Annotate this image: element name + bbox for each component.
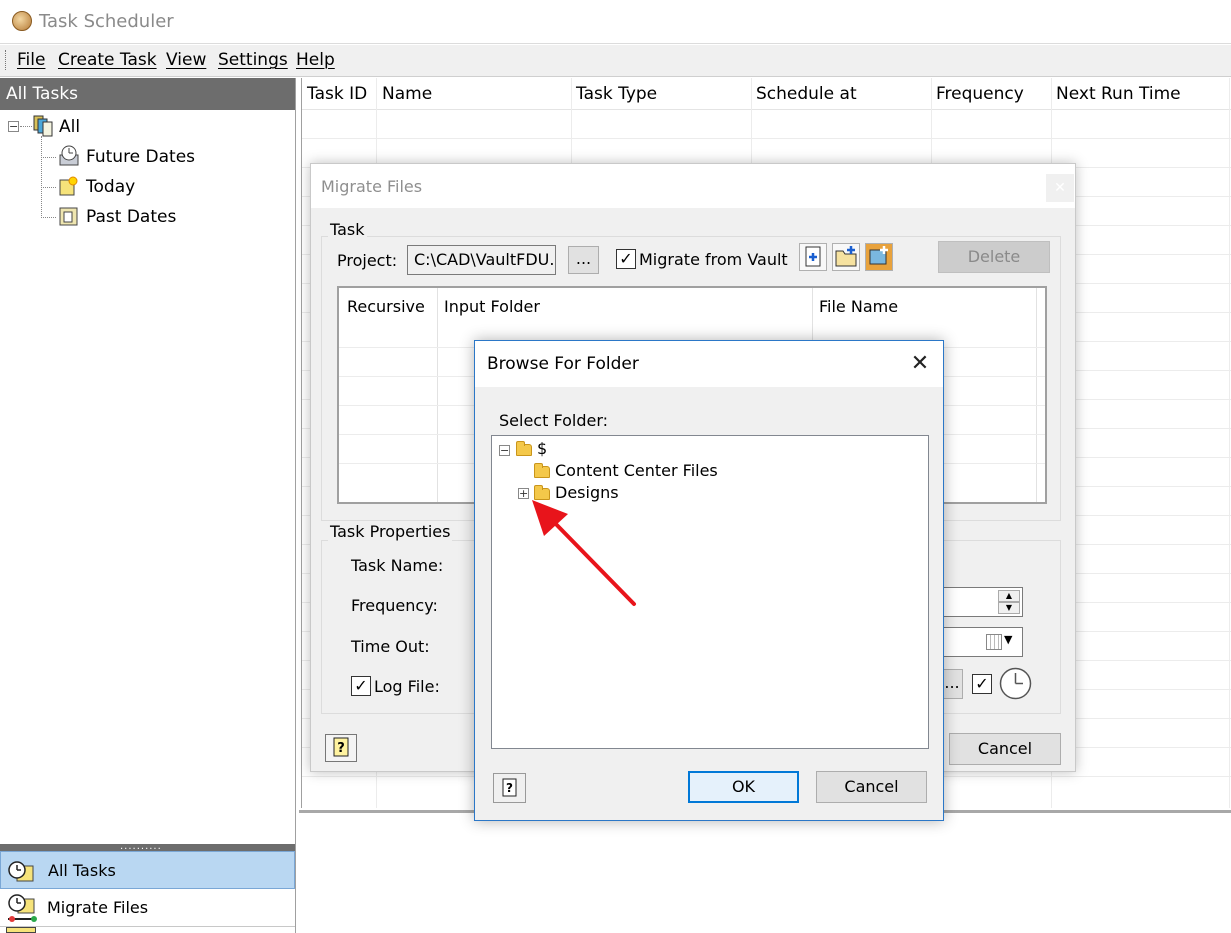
annotation-arrow-icon <box>532 500 636 606</box>
nav-migrate-files[interactable]: Migrate Files <box>0 889 295 927</box>
time-out-picker[interactable]: ▼ <box>941 627 1023 657</box>
log-file-checkbox[interactable]: ✓ <box>351 676 371 696</box>
spin-up-icon[interactable]: ▲ <box>998 590 1020 602</box>
future-dates-icon <box>58 145 79 166</box>
add-vault-icon[interactable] <box>865 243 893 271</box>
task-name-label: Task Name: <box>351 556 444 575</box>
tree-connector <box>20 126 32 127</box>
log-file-label: Log File: <box>374 677 440 696</box>
menu-grip <box>5 50 8 70</box>
browse-cancel-button[interactable]: Cancel <box>816 771 927 803</box>
left-pane: All Tasks − All Future Dates Today Past … <box>0 78 296 933</box>
col-name[interactable]: Name <box>382 84 432 104</box>
task-group-title: Task <box>328 220 367 239</box>
nav-all-tasks[interactable]: All Tasks <box>0 851 295 889</box>
col-schedule-at[interactable]: Schedule at <box>756 84 857 104</box>
menu-create-task[interactable]: Create Task <box>58 50 157 70</box>
col-separator <box>1036 288 1037 502</box>
all-tasks-icon <box>33 115 53 137</box>
migrate-dialog-titlebar: Migrate Files ✕ <box>311 164 1075 208</box>
collapse-toggle-icon[interactable]: − <box>499 445 510 456</box>
close-icon[interactable]: ✕ <box>1046 174 1074 202</box>
folder-icon <box>534 485 550 500</box>
migrate-from-vault-label: Migrate from Vault <box>639 250 788 269</box>
past-dates-icon <box>58 205 78 226</box>
frequency-spinner[interactable]: ▲ ▼ <box>941 587 1023 617</box>
log-browse-button[interactable]: ... <box>941 669 963 699</box>
svg-text:?: ? <box>337 741 345 756</box>
clock-app-icon <box>12 11 32 31</box>
log-option-checkbox[interactable]: ✓ <box>972 674 992 694</box>
migrate-dialog-title: Migrate Files <box>321 177 423 196</box>
pane-splitter[interactable]: .......... <box>0 841 295 852</box>
folder-icon <box>534 463 550 478</box>
col-next-run-time[interactable]: Next Run Time <box>1056 84 1181 104</box>
clock-icon <box>7 860 37 888</box>
col-input-folder[interactable]: Input Folder <box>444 297 540 316</box>
menu-bar: File Create Task View Settings Help <box>0 45 1231 77</box>
tree-connector <box>41 157 56 158</box>
ok-button[interactable]: OK <box>688 771 799 803</box>
add-file-icon[interactable] <box>799 243 827 271</box>
col-separator <box>437 288 438 502</box>
close-icon[interactable]: ✕ <box>905 349 935 379</box>
grid-row-line <box>302 138 1231 139</box>
col-separator <box>1229 78 1230 808</box>
tree-item-today[interactable]: Today <box>86 177 135 197</box>
folder-icon <box>516 441 532 456</box>
calendar-icon <box>986 634 1002 650</box>
menu-view[interactable]: View <box>166 50 206 70</box>
detail-pane <box>301 813 1231 933</box>
migrate-cancel-button[interactable]: Cancel <box>949 733 1061 765</box>
tree-item-all[interactable]: All <box>59 117 80 137</box>
help-icon[interactable]: ? <box>493 773 526 803</box>
migrate-icon <box>6 893 40 931</box>
spin-down-icon[interactable]: ▼ <box>998 602 1020 614</box>
col-file-name[interactable]: File Name <box>819 297 898 316</box>
frequency-label: Frequency: <box>351 596 438 615</box>
tree-collapse-toggle[interactable]: − <box>8 121 19 132</box>
task-properties-title: Task Properties <box>328 522 453 541</box>
left-pane-title: All Tasks <box>6 84 79 104</box>
nav-migrate-files-label: Migrate Files <box>47 898 149 917</box>
folder-content-center-files[interactable]: Content Center Files <box>555 461 718 480</box>
folder-root[interactable]: $ <box>537 439 547 458</box>
today-icon <box>58 175 78 196</box>
time-out-label: Time Out: <box>351 637 430 656</box>
app-title: Task Scheduler <box>39 11 174 32</box>
add-folder-icon[interactable] <box>832 243 860 271</box>
select-folder-label: Select Folder: <box>499 411 608 430</box>
delete-button[interactable]: Delete <box>938 241 1050 273</box>
project-browse-button[interactable]: ... <box>568 246 599 274</box>
col-task-type[interactable]: Task Type <box>576 84 657 104</box>
project-label: Project: <box>337 251 398 270</box>
menu-settings[interactable]: Settings <box>218 50 288 70</box>
tree-connector <box>41 136 42 218</box>
nav-all-tasks-label: All Tasks <box>48 861 116 880</box>
left-pane-header: All Tasks <box>0 78 295 110</box>
svg-text:?: ? <box>506 781 513 795</box>
col-recursive[interactable]: Recursive <box>347 297 425 316</box>
clock-icon[interactable] <box>999 667 1032 700</box>
tree-connector <box>41 217 56 218</box>
menu-help[interactable]: Help <box>296 50 335 70</box>
help-icon[interactable]: ? <box>325 734 357 762</box>
title-bar: Task Scheduler <box>0 0 1231 44</box>
chevron-down-icon: ▼ <box>1004 633 1013 646</box>
project-field[interactable]: C:\CAD\VaultFDU.ip <box>407 245 556 275</box>
col-frequency[interactable]: Frequency <box>936 84 1024 104</box>
tree-item-past-dates[interactable]: Past Dates <box>86 207 176 227</box>
migrate-from-vault-checkbox[interactable]: ✓ <box>616 249 636 269</box>
col-task-id[interactable]: Task ID <box>307 84 367 104</box>
menu-file[interactable]: File <box>17 50 45 70</box>
tree-connector <box>41 187 56 188</box>
nav-next-icon <box>6 927 36 933</box>
browse-dialog-titlebar: Browse For Folder ✕ <box>475 341 943 387</box>
expand-toggle-icon[interactable]: + <box>518 488 529 499</box>
browse-dialog-title: Browse For Folder <box>487 354 639 374</box>
tree-item-future-dates[interactable]: Future Dates <box>86 147 195 167</box>
